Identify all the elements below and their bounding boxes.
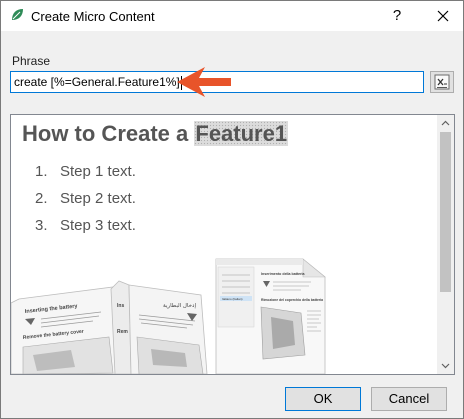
- booklet-partial-heading: Ins: [117, 303, 124, 309]
- step-number: 1.: [35, 163, 48, 180]
- booklet-partial-subheading: Rem: [117, 329, 128, 335]
- window-title: Create Micro Content: [31, 9, 155, 24]
- list-item: 2. Step 2 text.: [35, 190, 136, 217]
- chevron-down-icon: [441, 363, 450, 369]
- close-icon: [437, 10, 449, 22]
- booklet-arabic-heading: إدخال البطارية: [163, 303, 196, 309]
- callout-arrow-icon: [177, 67, 231, 97]
- cancel-button[interactable]: Cancel: [371, 387, 447, 411]
- vertical-scrollbar[interactable]: [437, 115, 454, 374]
- create-micro-content-dialog: Create Micro Content ? Phrase create [%=…: [0, 0, 464, 419]
- scrollbar-thumb[interactable]: [440, 132, 451, 292]
- doc-heading: Inserimento della batteria: [261, 272, 306, 276]
- insert-variable-icon: [434, 74, 450, 90]
- title-bar: Create Micro Content ?: [1, 1, 463, 31]
- step-number: 3.: [35, 217, 48, 234]
- preview-heading-text: How to Create a: [22, 121, 195, 146]
- scroll-up-button[interactable]: [437, 115, 454, 132]
- variable-highlight: Feature1: [194, 121, 289, 146]
- help-document-window: Italiano (Italian) Inserimento della bat…: [215, 258, 326, 374]
- booklet-middle-page: Ins Rem: [110, 280, 132, 374]
- leaf-logo-icon: [12, 9, 23, 20]
- ok-button[interactable]: OK: [285, 387, 361, 411]
- phrase-input-value: create [%=General.Feature1%]: [14, 75, 180, 89]
- preview-heading: How to Create a Feature1: [22, 121, 289, 147]
- chevron-up-icon: [441, 120, 450, 126]
- booklet-arabic-page: إدخال البطارية: [128, 284, 208, 374]
- phrase-label: Phrase: [12, 54, 51, 68]
- close-button[interactable]: [423, 1, 463, 31]
- step-text: Step 3 text.: [60, 217, 136, 234]
- step-text: Step 2 text.: [60, 190, 136, 207]
- help-button[interactable]: ?: [379, 1, 415, 31]
- preview-content: How to Create a Feature1 1. Step 1 text. …: [11, 115, 437, 374]
- booklet-left-page: Inserting the battery Remove the battery…: [11, 286, 124, 374]
- list-item: 3. Step 3 text.: [35, 217, 136, 244]
- doc-subheading: Rimozione del coperchio della batteria: [261, 298, 323, 302]
- insert-variable-button[interactable]: [430, 71, 454, 93]
- multilingual-documents-illustration: Inserting the battery Remove the battery…: [11, 258, 326, 374]
- scroll-down-button[interactable]: [437, 357, 454, 374]
- list-item: 1. Step 1 text.: [35, 163, 136, 190]
- step-text: Step 1 text.: [60, 163, 136, 180]
- steps-list: 1. Step 1 text. 2. Step 2 text. 3. Step 3 t…: [35, 163, 136, 244]
- sidebar-item-selected: Italiano (Italian): [222, 297, 243, 301]
- step-number: 2.: [35, 190, 48, 207]
- preview-pane[interactable]: How to Create a Feature1 1. Step 1 text. …: [10, 114, 455, 375]
